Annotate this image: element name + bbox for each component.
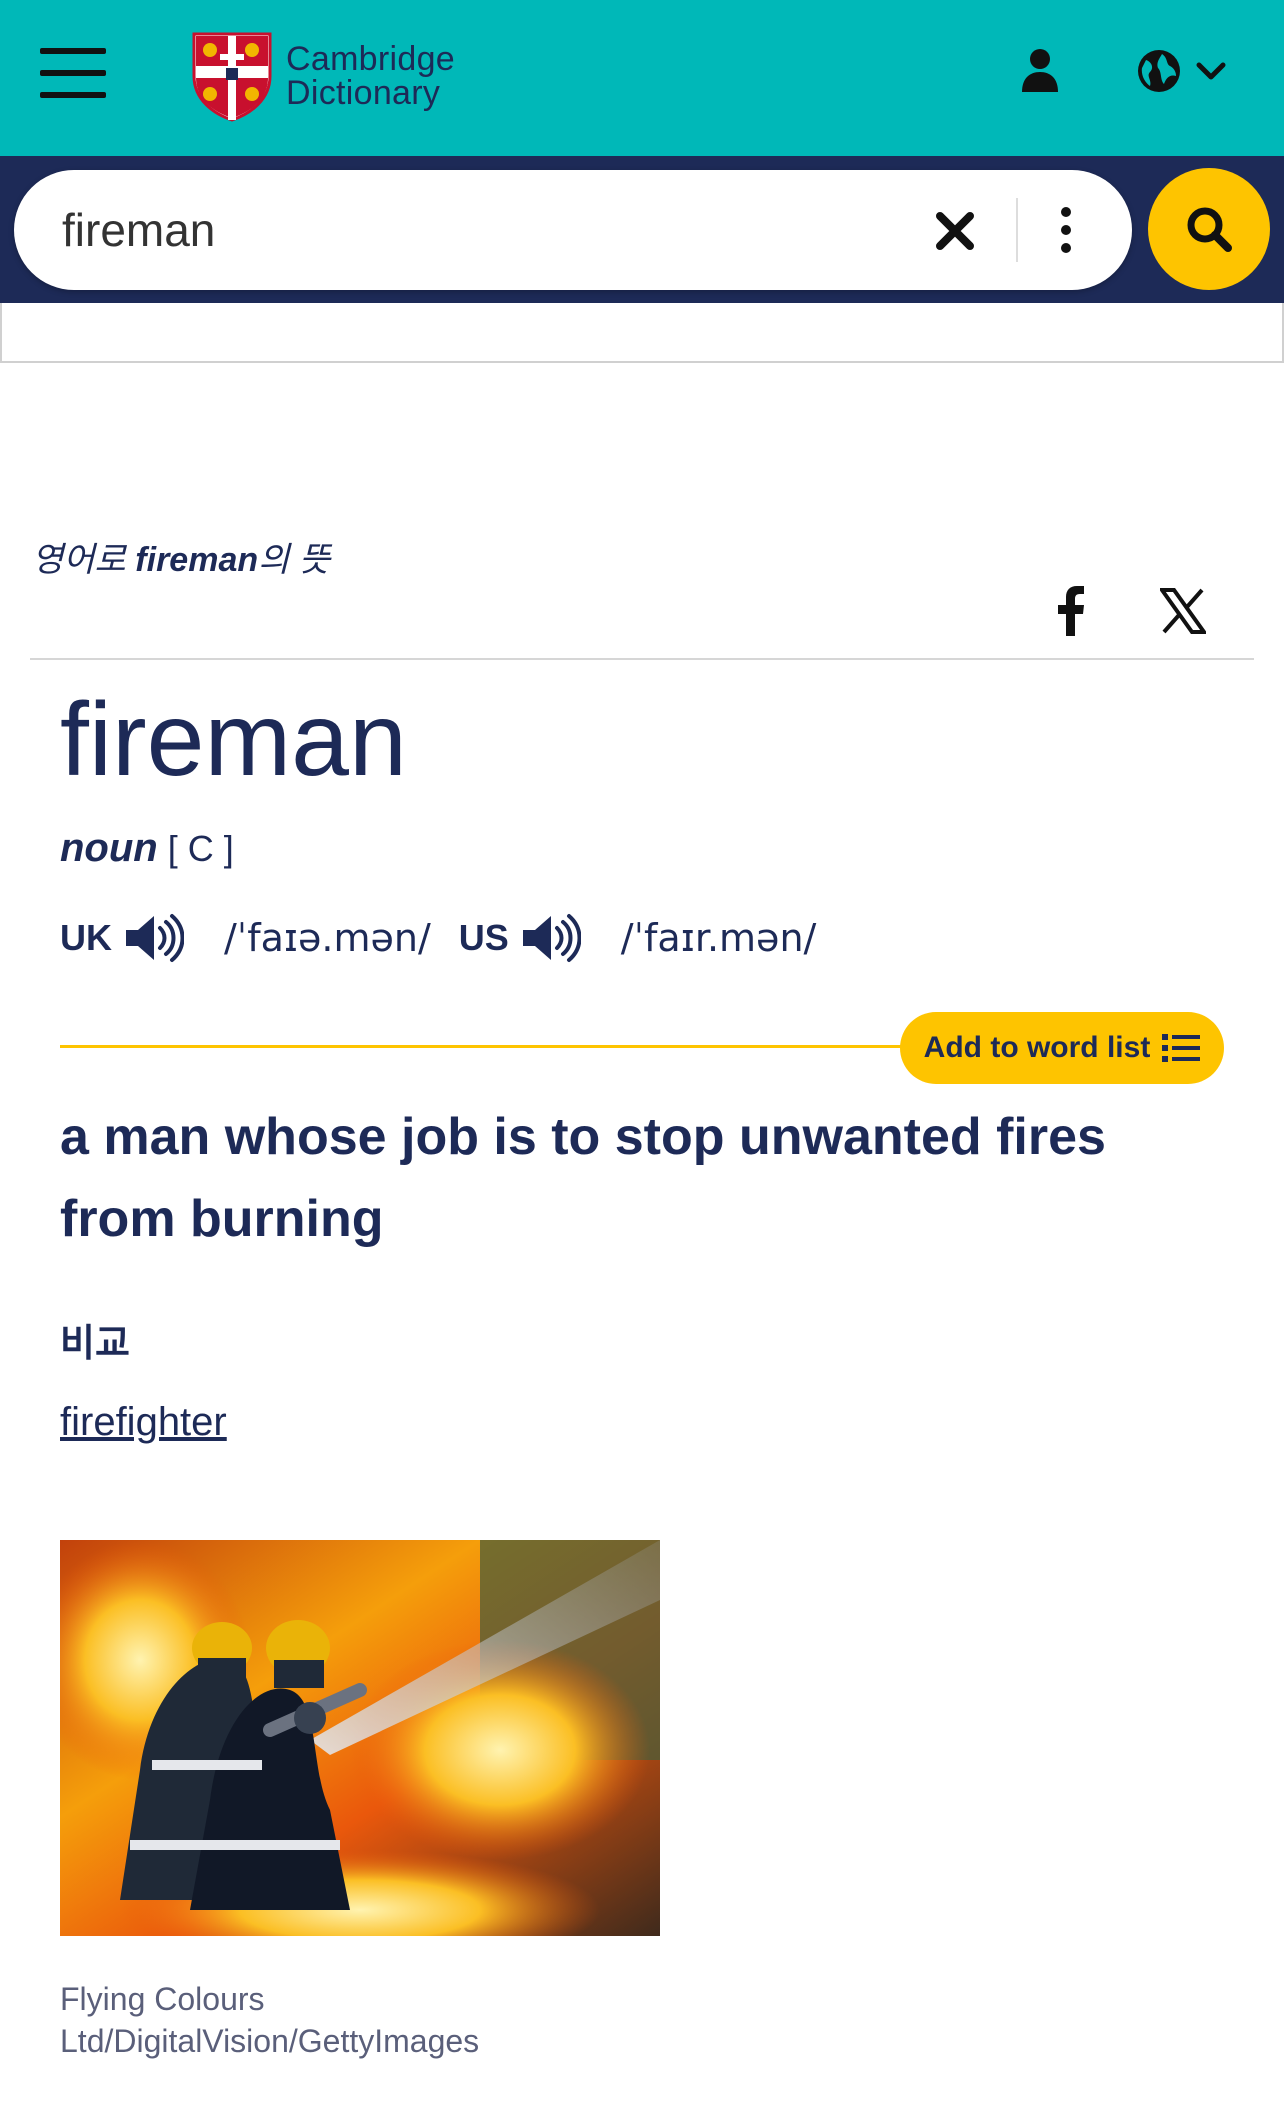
more-vertical-icon[interactable] — [1054, 204, 1078, 256]
entry-image — [60, 1540, 660, 1936]
search-button[interactable] — [1148, 168, 1270, 290]
part-of-speech: noun[ C ] — [60, 826, 234, 871]
headword: fireman — [60, 682, 407, 798]
menu-icon[interactable] — [40, 48, 106, 98]
search-divider — [1016, 198, 1018, 262]
search-input[interactable] — [60, 198, 880, 262]
grammar-code[interactable]: [ C ] — [168, 828, 234, 869]
compare-link-firefighter[interactable]: firefighter — [60, 1400, 227, 1445]
meaning-word: fireman — [135, 541, 259, 579]
meaning-suffix: 의 뜻 — [258, 541, 331, 579]
logo-line-1: Cambridge — [286, 40, 455, 78]
close-icon[interactable] — [934, 210, 976, 252]
search-band — [0, 156, 1284, 303]
divider — [30, 658, 1254, 660]
us-label: US — [458, 917, 509, 958]
logo-line-2: Dictionary — [286, 74, 441, 112]
cambridge-shield-icon — [192, 32, 272, 122]
globe-icon — [1138, 50, 1180, 92]
meaning-prefix: 영어로 — [32, 541, 136, 579]
site-logo[interactable]: Cambridge Dictionary — [190, 30, 455, 122]
us-pronunciation: US /ˈfaɪr.mən/ — [458, 912, 817, 964]
add-to-word-list-button[interactable]: Add to word list — [900, 1012, 1224, 1084]
compare-label: 비교 — [60, 1323, 130, 1365]
share-buttons — [1050, 586, 1206, 636]
image-credit: Flying Colours Ltd/DigitalVision/GettyIm… — [60, 1981, 480, 2059]
chevron-down-icon — [1196, 62, 1226, 80]
top-header: Cambridge Dictionary — [0, 0, 1284, 156]
logo-text: Cambridge Dictionary — [286, 42, 455, 110]
sense-divider — [60, 1045, 920, 1048]
user-icon[interactable] — [1020, 48, 1060, 92]
x-icon[interactable] — [1160, 588, 1206, 634]
pos-label[interactable]: noun — [60, 826, 158, 870]
pronunciation-row: UK /ˈfaɪə.mən/ US /ˈfaɪr.mən/ — [60, 912, 816, 964]
list-icon — [1162, 1034, 1201, 1062]
search-dropdown-panel — [0, 303, 1284, 363]
us-ipa: /ˈfaɪr.mən/ — [620, 916, 817, 960]
meaning-heading: 영어로 fireman의 뜻 — [32, 532, 330, 581]
speaker-icon[interactable] — [521, 912, 581, 964]
definition-text: a man whose job is to stop unwanted fire… — [60, 1108, 1106, 1248]
uk-label: UK — [60, 917, 112, 958]
uk-ipa: /ˈfaɪə.mən/ — [224, 916, 431, 960]
add-to-word-list-label: Add to word list — [923, 1031, 1151, 1064]
facebook-icon[interactable] — [1050, 586, 1090, 636]
search-box — [14, 170, 1132, 290]
speaker-icon[interactable] — [124, 912, 184, 964]
language-selector[interactable] — [1136, 48, 1226, 94]
search-icon — [1187, 207, 1232, 252]
